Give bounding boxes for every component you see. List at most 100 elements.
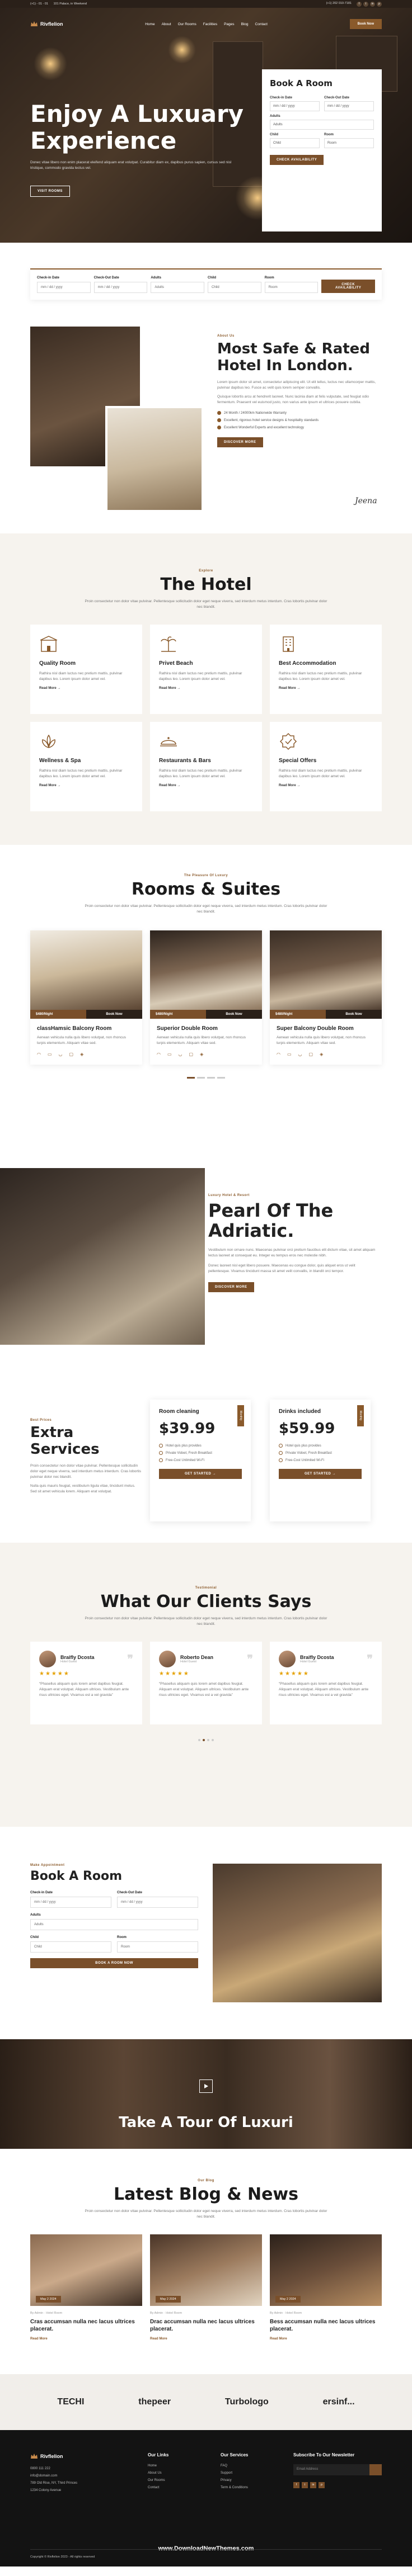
- adults-select[interactable]: Adults: [270, 120, 374, 130]
- room-title[interactable]: Superior Double Room: [157, 1025, 255, 1032]
- footer-link[interactable]: Home: [148, 2464, 204, 2468]
- check-in-field[interactable]: mm / dd / yyyy: [270, 101, 320, 111]
- search-section: Check-in Date mm / dd / yyyy Check-Out Da…: [0, 243, 412, 327]
- post-title[interactable]: Bess accumsan nulla nec lacus ultrices p…: [270, 2318, 382, 2333]
- pinterest-icon[interactable]: p: [377, 1, 382, 7]
- newsletter-email-input[interactable]: Email Address: [293, 2464, 369, 2475]
- room-card[interactable]: $480/Night Book Now Superior Double Room …: [150, 930, 262, 1065]
- read-more-link[interactable]: Read More →: [39, 784, 133, 787]
- check-out-field[interactable]: mm / dd / yyyy: [93, 282, 148, 293]
- read-more-link[interactable]: Read More: [150, 2337, 262, 2341]
- carousel-dot[interactable]: [217, 1077, 225, 1079]
- read-more-link[interactable]: Read More: [30, 2337, 142, 2341]
- book-room-now-button[interactable]: Book A Room Now: [30, 1958, 198, 1968]
- linkedin-icon[interactable]: in: [370, 1, 375, 7]
- read-more-link[interactable]: Read More →: [159, 687, 253, 690]
- carousel-dot[interactable]: [207, 1739, 209, 1741]
- about-feature: Excellent, rigorous hotel service design…: [217, 418, 385, 422]
- nav-book-button[interactable]: Book Now: [349, 19, 382, 29]
- check-in-field[interactable]: mm / dd / yyyy: [30, 1897, 111, 1908]
- read-more-link[interactable]: Read More →: [279, 784, 373, 787]
- crown-icon: [31, 2454, 38, 2459]
- nav-link-blog[interactable]: Blog: [241, 22, 249, 26]
- linkedin-icon[interactable]: in: [310, 2482, 316, 2488]
- post-title[interactable]: Drac accumsan nulla nec lacus ultrices p…: [150, 2318, 262, 2333]
- room-title[interactable]: classHamsic Balcony Room: [37, 1025, 135, 1032]
- facebook-icon[interactable]: f: [357, 1, 362, 7]
- facility-card: Wellness & Spa Rathira nisl diam luctus …: [30, 722, 142, 811]
- hero-cta-button[interactable]: Visit Rooms: [30, 186, 70, 197]
- pearl-discover-button[interactable]: Discover More: [208, 1282, 254, 1292]
- check-out-field[interactable]: mm / dd / yyyy: [117, 1897, 198, 1908]
- check-out-label: Check-Out Date: [117, 1891, 143, 1894]
- footer-logo[interactable]: Rivflelion: [30, 2452, 131, 2460]
- check-availability-button[interactable]: Check Availability: [270, 155, 324, 165]
- footer-link[interactable]: Term & Conditions: [221, 2486, 277, 2489]
- facebook-icon[interactable]: f: [293, 2482, 299, 2488]
- reviewer-name: Roberto Dean: [180, 1655, 214, 1660]
- room-text: Aenean vehicula nulla quis libero volutp…: [277, 1036, 366, 1045]
- blog-post[interactable]: May 2 2024 By Admin · Hotel Room Drac ac…: [150, 2234, 262, 2341]
- room-card[interactable]: $480/Night Book Now classHamsic Balcony R…: [30, 930, 142, 1065]
- check-in-field[interactable]: mm / dd / yyyy: [37, 282, 91, 293]
- twitter-icon[interactable]: t: [363, 1, 368, 7]
- about-discover-button[interactable]: Discover More: [217, 437, 263, 447]
- nav-link-about[interactable]: About: [162, 22, 171, 26]
- check-out-field[interactable]: mm / dd / yyyy: [324, 101, 374, 111]
- logo[interactable]: Rivflelion: [30, 20, 63, 28]
- facility-title: Best Accommodation: [279, 660, 336, 667]
- footer-link[interactable]: About Us: [148, 2471, 204, 2475]
- room-card[interactable]: $480/Night Book Now Super Balcony Double …: [270, 930, 382, 1065]
- check-availability-button[interactable]: Check Availability: [321, 280, 376, 293]
- rating-stars: ★★★★★: [39, 1671, 70, 1677]
- carousel-dot[interactable]: [187, 1077, 195, 1079]
- room-book-button[interactable]: Book Now: [86, 1010, 142, 1019]
- child-select[interactable]: Child: [30, 1941, 111, 1953]
- footer-link[interactable]: FAQ: [221, 2464, 277, 2468]
- carousel-dot[interactable]: [212, 1739, 214, 1741]
- read-more-link[interactable]: Read More: [270, 2337, 382, 2341]
- child-select[interactable]: Child: [208, 282, 261, 293]
- play-button[interactable]: [199, 2079, 213, 2093]
- get-started-button[interactable]: Get Started →: [279, 1469, 362, 1479]
- room-book-button[interactable]: Book Now: [326, 1010, 382, 1019]
- newsletter-submit-button[interactable]: [369, 2464, 382, 2475]
- nav-link-pages[interactable]: Pages: [224, 22, 234, 26]
- nav-link-home[interactable]: Home: [145, 22, 154, 26]
- get-started-button[interactable]: Get Started →: [159, 1469, 242, 1479]
- read-more-link[interactable]: Read More →: [279, 687, 373, 690]
- carousel-dot[interactable]: [203, 1739, 205, 1741]
- room-title[interactable]: Super Balcony Double Room: [277, 1025, 375, 1032]
- footer-link[interactable]: Privacy: [221, 2479, 277, 2482]
- footer-link[interactable]: Contact: [148, 2486, 204, 2489]
- nav-link-facilities[interactable]: Facilities: [203, 22, 217, 26]
- footer-link[interactable]: Support: [221, 2471, 277, 2475]
- services-title: Extra Services: [30, 1424, 100, 1458]
- hotel-building-icon: [40, 636, 58, 652]
- copyright: Copyright © Rivflelion 2023 - All rights…: [30, 2555, 95, 2559]
- blog-post[interactable]: May 2 2024 By Admin · Hotel Room Cras ac…: [30, 2234, 142, 2341]
- post-title[interactable]: Cras accumsan nulla nec lacus ultrices p…: [30, 2318, 142, 2333]
- carousel-dot[interactable]: [197, 1077, 205, 1079]
- adults-select[interactable]: Adults: [151, 282, 205, 293]
- child-select[interactable]: Child: [270, 138, 320, 148]
- adults-select[interactable]: Adults: [30, 1919, 198, 1930]
- carousel-dot[interactable]: [207, 1077, 215, 1079]
- read-more-link[interactable]: Read More →: [39, 687, 133, 690]
- footer-link[interactable]: Our Rooms: [148, 2479, 204, 2482]
- pinterest-icon[interactable]: p: [319, 2482, 325, 2488]
- room-book-button[interactable]: Book Now: [206, 1010, 262, 1019]
- booking-lobby-image: [213, 1864, 382, 2002]
- room-select[interactable]: Room: [117, 1941, 198, 1953]
- room-select[interactable]: Room: [264, 282, 319, 293]
- facility-card: Best Accommodation Rathira nisl diam luc…: [270, 625, 382, 714]
- twitter-icon[interactable]: t: [302, 2482, 308, 2488]
- room-image: [150, 930, 262, 1010]
- carousel-dot[interactable]: [198, 1739, 200, 1741]
- blog-post[interactable]: May 2 2024 By Admin · Hotel Room Bess ac…: [270, 2234, 382, 2341]
- room-select[interactable]: Room: [324, 138, 374, 148]
- testimonials-eyebrow: Testimonial: [195, 1586, 217, 1590]
- nav-link-rooms[interactable]: Our Rooms: [178, 22, 196, 26]
- nav-link-contact[interactable]: Contact: [255, 22, 268, 26]
- read-more-link[interactable]: Read More →: [159, 784, 253, 787]
